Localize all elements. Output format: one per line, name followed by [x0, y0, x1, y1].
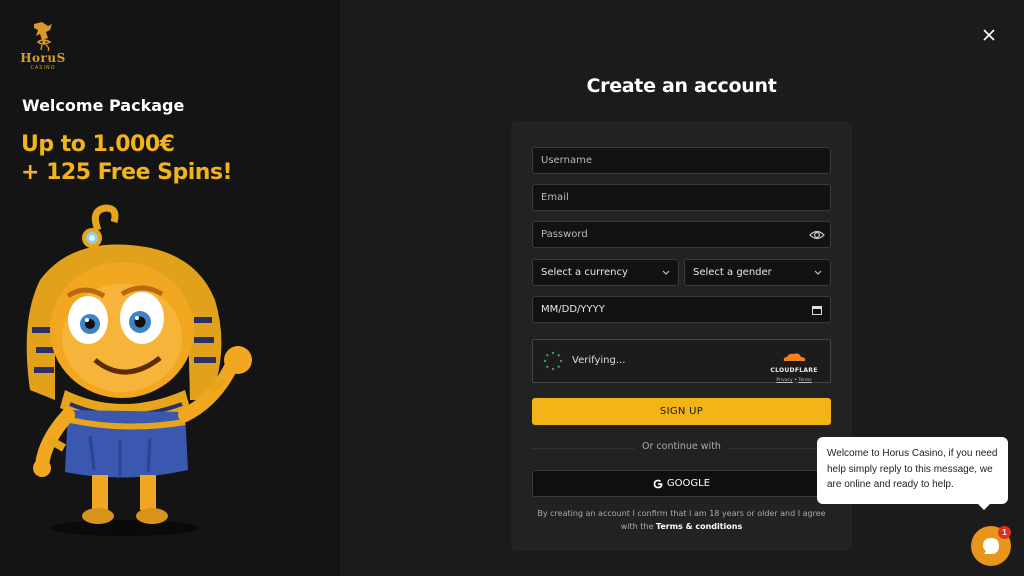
brand-name: HoruS: [20, 51, 66, 65]
username-input[interactable]: [541, 155, 822, 166]
cloudflare-label: CLOUDFLARE: [770, 367, 818, 374]
divider-text: Or continue with: [634, 441, 729, 452]
captcha-status: Verifying...: [572, 355, 626, 366]
birthdate-field[interactable]: MM/DD/YYYY: [532, 296, 831, 323]
google-icon: [653, 479, 663, 488]
calendar-icon[interactable]: [812, 305, 822, 315]
email-field[interactable]: [532, 184, 831, 211]
cloudflare-links: Privacy • Terms: [768, 378, 820, 383]
promo-offer-line2: + 125 Free Spins!: [21, 160, 233, 185]
password-field[interactable]: [532, 221, 831, 248]
brand-logo[interactable]: HoruS CASINO: [20, 20, 66, 76]
horus-eye-logo-icon: [34, 22, 52, 52]
signup-button[interactable]: SIGN UP: [532, 398, 831, 425]
email-input[interactable]: [541, 192, 822, 203]
currency-select[interactable]: Select a currency: [532, 259, 679, 286]
birthdate-placeholder: MM/DD/YYYY: [541, 304, 605, 315]
signup-form: Select a currency Select a gender MM/DD/…: [511, 121, 852, 551]
promo-heading: Welcome Package: [22, 96, 185, 115]
username-field[interactable]: [532, 147, 831, 174]
chat-unread-badge: 1: [998, 526, 1011, 539]
promo-panel: HoruS CASINO Welcome Package Up to 1.000…: [0, 0, 340, 576]
brand-subtitle: CASINO: [30, 65, 56, 71]
cloudflare-captcha[interactable]: Verifying... CLOUDFLARE Privacy • Terms: [532, 339, 831, 383]
divider: Or continue with: [532, 441, 831, 455]
password-input[interactable]: [541, 229, 822, 240]
spinner-icon: [543, 351, 563, 371]
pharaoh-mascot-illustration: [26, 204, 252, 536]
currency-select-label: Select a currency: [541, 267, 628, 278]
close-icon: [983, 29, 995, 41]
link-separator: •: [794, 378, 797, 383]
chevron-down-icon: [814, 270, 822, 275]
close-button[interactable]: [978, 24, 1000, 46]
eye-icon[interactable]: [809, 228, 825, 242]
gender-select-label: Select a gender: [693, 267, 772, 278]
terms-conditions-link[interactable]: Terms & conditions: [656, 522, 742, 531]
cloudflare-icon: [783, 353, 806, 361]
chat-icon: [983, 538, 999, 554]
legal-notice: By creating an account I confirm that I …: [532, 507, 831, 533]
privacy-link[interactable]: Privacy: [776, 378, 792, 383]
promo-offer-line1: Up to 1.000€: [21, 132, 175, 157]
chat-message-bubble[interactable]: Welcome to Horus Casino, if you need hel…: [817, 437, 1008, 510]
gender-select[interactable]: Select a gender: [684, 259, 831, 286]
promo-offer: Up to 1.000€ + 125 Free Spins!: [21, 131, 233, 187]
chevron-down-icon: [662, 270, 670, 275]
page-title: Create an account: [586, 75, 777, 97]
google-signin-button[interactable]: GOOGLE: [532, 470, 831, 497]
google-label: GOOGLE: [666, 478, 711, 489]
terms-link[interactable]: Terms: [798, 378, 811, 383]
cloudflare-branding: CLOUDFLARE Privacy • Terms: [768, 347, 820, 383]
